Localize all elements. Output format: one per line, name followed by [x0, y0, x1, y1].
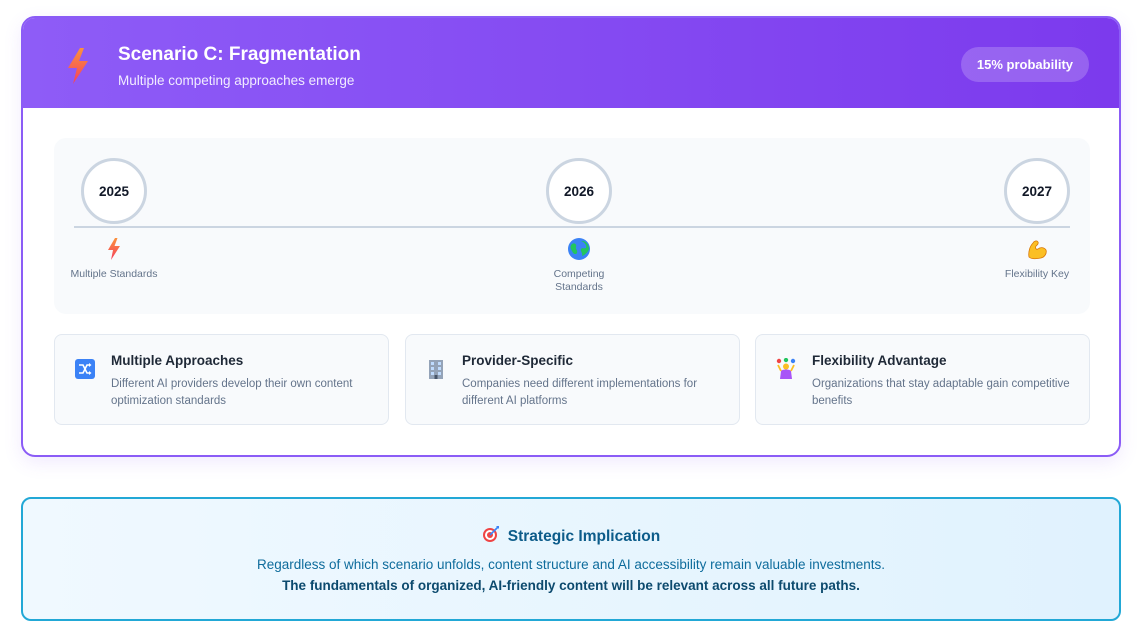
lightning-bolt-icon — [63, 46, 93, 86]
feature-card-flexibility-advantage: Flexibility Advantage Organizations that… — [755, 334, 1090, 425]
milestone-label: Multiple Standards — [70, 268, 158, 280]
feature-description: Different AI providers develop their own… — [111, 378, 353, 407]
office-building-icon — [425, 358, 447, 380]
implication-emphasis: The fundamentals of organized, AI-friend… — [282, 578, 860, 593]
globe-icon — [567, 236, 591, 262]
scenario-subtitle: Multiple competing approaches emerge — [118, 73, 355, 88]
feature-title: Multiple Approaches — [111, 353, 244, 368]
milestone-label: Flexibility Key — [1004, 268, 1070, 280]
implication-title: Strategic Implication — [507, 527, 661, 545]
year-circle: 2027 — [1004, 158, 1070, 224]
scenario-card: Scenario C: Fragmentation Multiple compe… — [21, 16, 1121, 457]
probability-badge: 15% probability — [960, 47, 1089, 82]
feature-description: Companies need different implementations… — [462, 378, 698, 407]
lightning-bolt-icon — [102, 236, 126, 262]
flexed-biceps-icon — [1025, 236, 1049, 262]
year-circle: 2025 — [81, 158, 147, 224]
feature-card-provider-specific: Provider-Specific Companies need differe… — [405, 334, 740, 425]
strategic-implication: Strategic Implication Regardless of whic… — [21, 497, 1121, 621]
scenario-header: Scenario C: Fragmentation Multiple compe… — [23, 18, 1119, 108]
shuffle-icon — [74, 358, 96, 380]
timeline: 2025 Multiple Standards 2026 Competing S… — [54, 138, 1090, 314]
implication-heading: Strategic Implication — [23, 525, 1119, 548]
feature-title: Provider-Specific — [462, 353, 574, 368]
juggler-icon — [775, 358, 797, 380]
timeline-line — [74, 226, 1070, 228]
implication-text: Regardless of which scenario unfolds, co… — [256, 557, 886, 572]
feature-description: Organizations that stay adaptable gain c… — [812, 378, 1070, 407]
year-circle: 2026 — [546, 158, 612, 224]
target-icon — [482, 525, 500, 548]
feature-title: Flexibility Advantage — [812, 353, 947, 368]
feature-card-multiple-approaches: Multiple Approaches Different AI provide… — [54, 334, 389, 425]
milestone-label: Competing Standards — [553, 268, 605, 293]
scenario-title: Scenario C: Fragmentation — [118, 44, 361, 65]
